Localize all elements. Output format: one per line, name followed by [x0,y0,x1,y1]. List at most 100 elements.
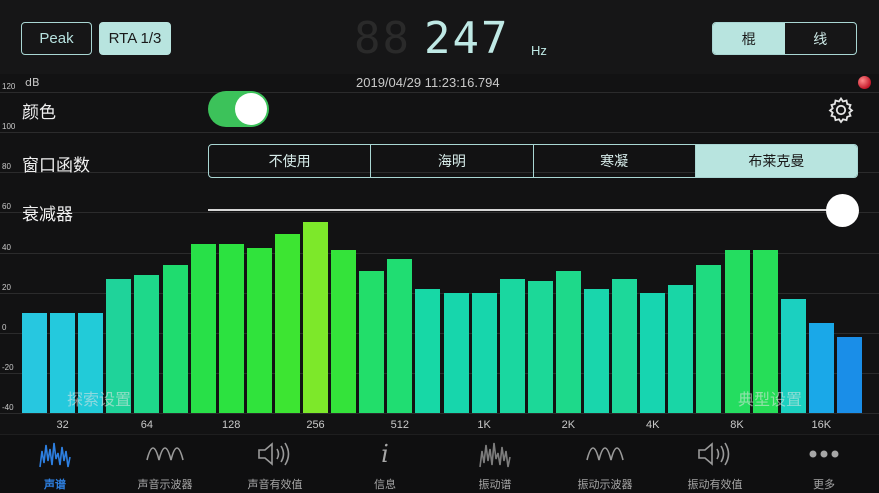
spectrum-bar [162,264,188,413]
grid-line [0,92,879,93]
x-tick-label: 1K [477,419,491,431]
spectrum-bar [387,258,413,413]
typical-settings-label[interactable]: 典型设置 [738,386,802,410]
spectrum-bar [555,270,581,413]
tab-sound-oscilloscope[interactable]: 声音示波器 [110,435,220,493]
tab-label: 声音有效值 [247,478,303,491]
y-tick-label: 0 [2,322,7,332]
spectrum-bar [612,278,638,413]
tab-vibration-rms[interactable]: 振动有效值 [660,435,770,493]
explore-settings-label[interactable]: 探索设置 [67,386,131,410]
speaker-icon [258,442,290,466]
more-icon [809,450,839,458]
frequency-ghost-digits: 88 [354,13,411,64]
color-setting-label: 颜色 [22,103,56,123]
spectrum-bar [640,292,666,413]
x-tick-label: 32 [56,419,69,431]
attenuator-slider-track[interactable] [208,209,840,211]
spectrum-bar [499,278,525,413]
y-tick-label: 80 [2,162,11,172]
y-tick-label: 40 [2,242,11,252]
x-tick-label: 256 [306,419,325,431]
gear-icon[interactable] [827,96,855,124]
grid-line [0,132,879,134]
spectrum-bar [836,336,862,413]
rta-button[interactable]: RTA 1/3 [99,22,171,55]
grid-line [0,413,879,414]
bottom-tab-bar: 声谱 声音示波器 声音有效值 i 信息 振动谱 振动示波器 振动有效值 更多 [0,434,879,493]
spectrum-bar [696,264,722,413]
color-toggle-switch[interactable] [208,91,269,127]
spectrum-bar [668,284,694,413]
window-option-blackman[interactable]: 布莱克曼 [695,145,857,177]
peak-button[interactable]: Peak [21,22,92,55]
spectrum-bar [22,312,47,413]
attenuator-label: 衰减器 [22,205,73,225]
tab-label: 声谱 [44,478,66,491]
spectrum-bar [415,288,441,413]
frequency-value: 247 [424,13,510,64]
spectrum-bar [274,234,300,413]
tab-label: 振动示波器 [577,478,633,491]
window-option-hamming[interactable]: 海明 [371,145,534,177]
wave-icon [586,447,624,461]
grid-line [0,212,879,214]
spectrum-bar [246,248,272,413]
tab-sound-rms[interactable]: 声音有效值 [220,435,330,493]
spectrum-bar [331,250,357,413]
tab-more[interactable]: 更多 [769,435,879,493]
top-toolbar: Peak RTA 1/3 88 247 Hz 棍 线 [0,0,879,74]
view-bar-option[interactable]: 棍 [713,23,785,54]
tab-label: 振动有效值 [687,478,743,491]
wave-icon [146,447,184,461]
switch-knob [235,93,267,125]
spectrum-bar [218,244,244,413]
attenuator-slider-handle[interactable] [826,194,859,227]
window-option-none[interactable]: 不使用 [209,145,372,177]
x-tick-label: 4K [645,419,660,431]
window-option-hanning[interactable]: 寒凝 [534,145,696,177]
view-mode-toggle: 棍 线 [712,22,857,55]
speaker-icon [698,442,730,466]
tab-label: 振动谱 [478,478,512,491]
spectrum-icon [39,442,71,468]
tab-spectrum[interactable]: 声谱 [0,435,110,493]
window-function-selector: 不使用 海明 寒凝 布莱克曼 [208,144,858,178]
y-tick-label: -40 [2,403,14,412]
record-indicator [858,76,871,89]
info-icon: i [381,440,389,468]
y-axis-unit: dB [25,76,40,89]
x-tick-label: 16K [811,419,832,431]
y-tick-label: 120 [2,82,16,91]
y-tick-label: -20 [2,362,14,372]
spectrum-bar [808,322,834,413]
window-function-label: 窗口函数 [22,156,90,176]
x-tick-label: 128 [222,419,241,431]
view-line-option[interactable]: 线 [785,23,857,54]
spectrum-bar [303,222,328,413]
spectrum-bar [443,292,469,413]
tab-label: 声音示波器 [137,478,193,491]
x-tick-label: 2K [561,419,576,431]
frequency-unit: Hz [531,43,547,58]
vibration-spectrum-icon [479,442,511,468]
spectrum-bar [471,292,497,413]
frequency-readout: 88 247 [354,13,554,64]
spectrum-bar [359,270,385,413]
spectrum-bar [584,288,609,413]
x-tick-label: 8K [730,419,744,431]
tab-label: 更多 [813,478,835,491]
y-tick-label: 60 [2,202,11,212]
timestamp: 2019/04/29 11:23:16.794 [356,75,500,90]
spectrum-bar [190,244,216,413]
tab-vibration-spectrum[interactable]: 振动谱 [440,435,550,493]
tab-vibration-oscilloscope[interactable]: 振动示波器 [550,435,660,493]
x-tick-label: 512 [390,419,409,431]
spectrum-bar [134,274,160,413]
tab-info[interactable]: i 信息 [330,435,440,493]
y-tick-label: 100 [2,122,16,132]
tab-label: 信息 [374,478,396,491]
y-tick-label: 20 [2,282,11,292]
x-tick-label: 64 [140,419,154,431]
spectrum-bar [527,280,553,413]
